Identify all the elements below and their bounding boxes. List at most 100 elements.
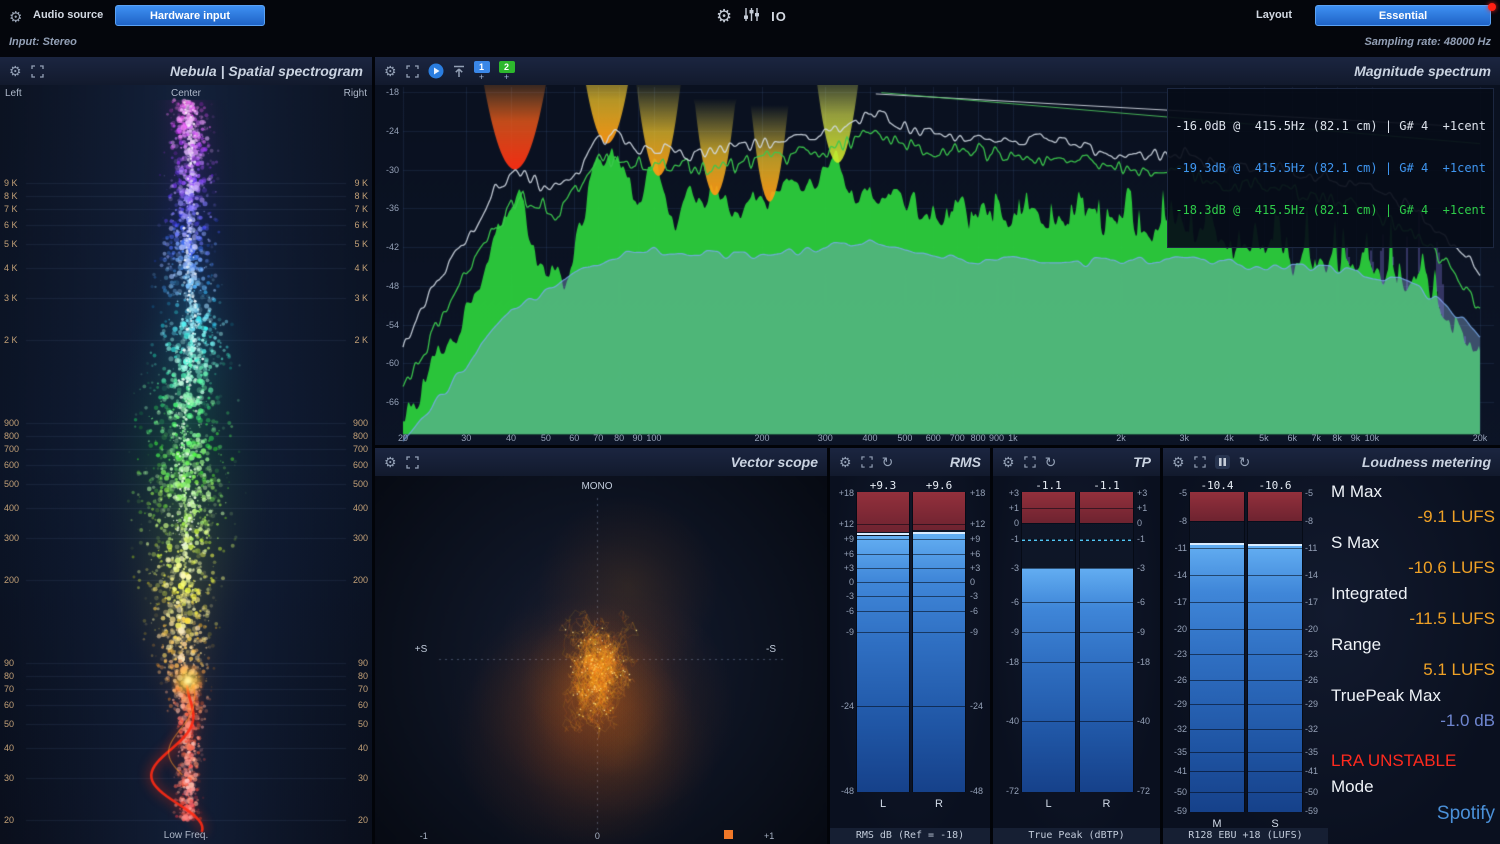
meter-gridline [1248, 792, 1302, 793]
meter-gridline [913, 596, 965, 597]
meter-gridline [1190, 771, 1244, 772]
meter-gridline [1022, 568, 1075, 569]
snapshot-2-add-button[interactable]: + [504, 73, 509, 82]
freq-tick-label: 700 [4, 445, 19, 454]
meter-gridline [913, 554, 965, 555]
essential-button[interactable]: Essential [1315, 5, 1491, 26]
reset-icon[interactable]: ↻ [882, 455, 894, 469]
true-peak-panel: ⚙ ↻ TP -1.1-1.1+3+3+1+100-1-1-3-3-6-6-9-… [993, 448, 1160, 844]
gear-icon[interactable]: ⚙ [9, 8, 22, 26]
freq-tick-label: 80 [358, 672, 368, 681]
freq-tick-label: 40 [506, 434, 516, 443]
vector-scope-canvas[interactable] [375, 476, 827, 844]
peak-hold-line [1248, 544, 1302, 546]
mode-value[interactable]: Spotify [1331, 803, 1495, 825]
meter-gridline [1190, 629, 1244, 630]
meter-bar [1189, 492, 1245, 812]
fullscreen-icon[interactable] [1024, 456, 1036, 468]
vector-scope-header: ⚙ Vector scope [375, 448, 827, 476]
freq-tick-label: 90 [4, 659, 14, 668]
mode-label: Mode [1331, 777, 1495, 803]
panel-title: Nebula | Spatial spectrogram [170, 63, 363, 79]
meter-tick-label: -50 [1163, 788, 1187, 797]
meter-gridline [1190, 704, 1244, 705]
axis-tick-label: -1 [420, 832, 428, 841]
gear-icon[interactable]: ⚙ [716, 6, 732, 27]
tp-header: ⚙ ↻ TP [993, 448, 1160, 476]
snapshot-2-button[interactable]: 2 [499, 61, 515, 73]
m-max-label: M Max [1331, 482, 1495, 507]
fullscreen-icon[interactable] [31, 65, 44, 78]
freq-tick-label: 30 [461, 434, 471, 443]
freq-tick-label: 70 [358, 685, 368, 694]
balance-marker[interactable] [724, 830, 733, 839]
meter-tick-label: +1 [1137, 504, 1147, 513]
freq-tick-label: 7k [1312, 434, 1322, 443]
play-icon[interactable] [428, 63, 444, 79]
freq-tick-label: 90 [632, 434, 642, 443]
meter-gridline [1248, 629, 1302, 630]
peak-hold-icon[interactable] [453, 65, 465, 78]
meter-gridline [1248, 575, 1302, 576]
meter-tick-label: -20 [1163, 625, 1187, 634]
io-icon[interactable]: IO [771, 9, 787, 24]
fullscreen-icon[interactable] [1194, 456, 1206, 468]
freq-tick-label: 20 [398, 434, 408, 443]
gear-icon[interactable]: ⚙ [1002, 455, 1015, 469]
meter-gridline [1190, 548, 1244, 549]
status-dot [1488, 3, 1496, 11]
db-tick-label: -42 [377, 243, 399, 252]
gear-icon[interactable]: ⚙ [1172, 455, 1185, 469]
minus-s-label: -S [766, 644, 776, 655]
meter-tick-label: -9 [830, 628, 854, 637]
fullscreen-icon[interactable] [406, 456, 419, 469]
meter-gridline [1190, 680, 1244, 681]
gear-icon[interactable]: ⚙ [384, 64, 397, 78]
meter-gridline [1248, 729, 1302, 730]
snapshot-1-add-button[interactable]: + [479, 73, 484, 82]
meter-gridline [913, 582, 965, 583]
freq-tick-label: 1k [1008, 434, 1018, 443]
freq-tick-label: 200 [353, 576, 368, 585]
spatial-spectrogram-canvas[interactable] [0, 85, 372, 844]
reset-icon[interactable]: ↻ [1239, 455, 1251, 469]
meter-gridline [913, 706, 965, 707]
freq-tick-label: 3k [1179, 434, 1189, 443]
rms-header: ⚙ ↻ RMS [830, 448, 990, 476]
meter-gridline [857, 568, 909, 569]
meter-tick-label: -8 [1163, 517, 1187, 526]
integrated-value: -11.5 LUFS [1331, 609, 1495, 635]
meter-tick-label: -5 [1163, 489, 1187, 498]
meter-tick-label: -6 [830, 607, 854, 616]
gear-icon[interactable]: ⚙ [384, 455, 397, 469]
audio-source-label: Audio source [33, 9, 103, 21]
snapshot-1-button[interactable]: 1 [474, 61, 490, 73]
freq-tick-label: 5k [1259, 434, 1269, 443]
freq-tick-label: 900 [4, 419, 19, 428]
meter-value: +9.3 [870, 479, 897, 492]
meter-gridline [1190, 752, 1244, 753]
integrated-label: Integrated [1331, 584, 1495, 609]
freq-tick-label: 60 [358, 701, 368, 710]
meter-gridline [1190, 729, 1244, 730]
freq-tick-label: 7 K [4, 205, 18, 214]
meter-gridline [857, 632, 909, 633]
sliders-icon[interactable] [743, 7, 760, 27]
over-zone [857, 492, 909, 532]
freq-tick-label: 600 [926, 434, 941, 443]
fullscreen-icon[interactable] [861, 456, 873, 468]
meter-bar [1247, 492, 1303, 812]
freq-tick-label: 40 [358, 744, 368, 753]
nebula-header: ⚙ Nebula | Spatial spectrogram [0, 57, 372, 85]
fullscreen-icon[interactable] [406, 65, 419, 78]
pause-icon[interactable] [1215, 455, 1230, 469]
gear-icon[interactable]: ⚙ [9, 64, 22, 78]
reset-icon[interactable]: ↻ [1045, 455, 1057, 469]
db-tick-label: -48 [377, 282, 399, 291]
hardware-input-button[interactable]: Hardware input [115, 5, 265, 26]
meter-tick-label: +12 [830, 520, 854, 529]
meter-gridline [913, 632, 965, 633]
gear-icon[interactable]: ⚙ [839, 455, 852, 469]
freq-tick-label: 8k [1332, 434, 1342, 443]
snapshot-slot-2: 2 + [499, 61, 515, 82]
